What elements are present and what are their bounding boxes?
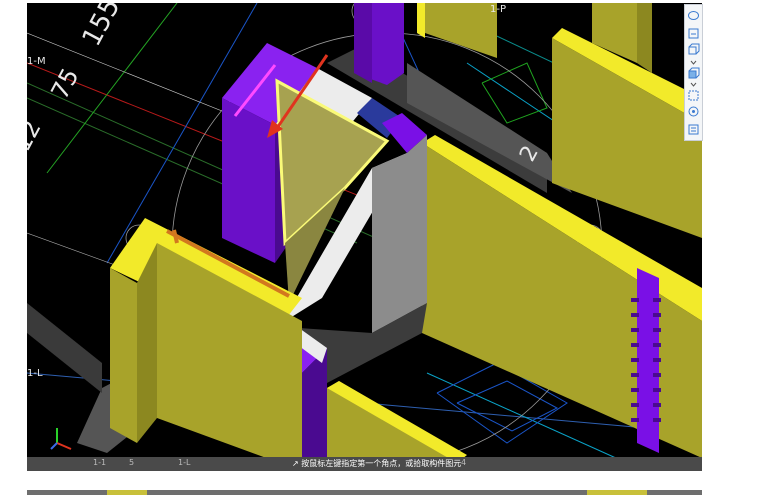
- bottom-tick-1: 1-1: [93, 458, 107, 467]
- strip-segment-2: [587, 490, 647, 495]
- status-hint-label: 按鼠标左键指定第一个角点，或拾取构件图元: [301, 459, 462, 468]
- cursor-icon: ↗: [292, 459, 299, 468]
- view-cube-icon[interactable]: [687, 9, 700, 22]
- bottom-tick-2: 5: [129, 458, 135, 467]
- axis-gizmo: [50, 428, 72, 450]
- axis-label-1m: 1-M: [27, 56, 46, 67]
- select-region-icon[interactable]: [687, 89, 700, 102]
- strip-segment-1: [107, 490, 147, 495]
- model-scene[interactable]: 1550 75 12 2: [27, 3, 702, 471]
- axis-label-1p: 1-P: [490, 4, 507, 15]
- properties-icon[interactable]: [687, 123, 700, 136]
- view-toolbar: [684, 4, 703, 141]
- dim-text-1550: 1550: [77, 3, 135, 51]
- bottom-tick-3: 1-L: [178, 458, 191, 467]
- next-panel-strip: [27, 490, 702, 495]
- wall-right-back[interactable]: [552, 3, 702, 238]
- status-hint-text: ↗ 按鼠标左键指定第一个角点，或拾取构件图元: [292, 458, 461, 469]
- wall-top-middle[interactable]: [417, 3, 497, 58]
- axis-label-1l: 1-L: [27, 368, 43, 379]
- dim-text-75: 75: [46, 64, 85, 104]
- column-top[interactable]: [354, 3, 404, 85]
- measure-icon[interactable]: [687, 105, 700, 118]
- layer-icon[interactable]: [687, 27, 700, 40]
- dim-text-12: 12: [27, 116, 47, 156]
- cad-3d-viewport[interactable]: 1550 75 12 2 1-P 1-M 1-L 1-1 5 1-L ↗ 按鼠标…: [27, 3, 702, 471]
- status-bar: 1-1 5 1-L ↗ 按鼠标左键指定第一个角点，或拾取构件图元 4: [27, 457, 702, 471]
- bottom-tick-4: 4: [461, 458, 467, 467]
- box-icon[interactable]: [687, 43, 700, 56]
